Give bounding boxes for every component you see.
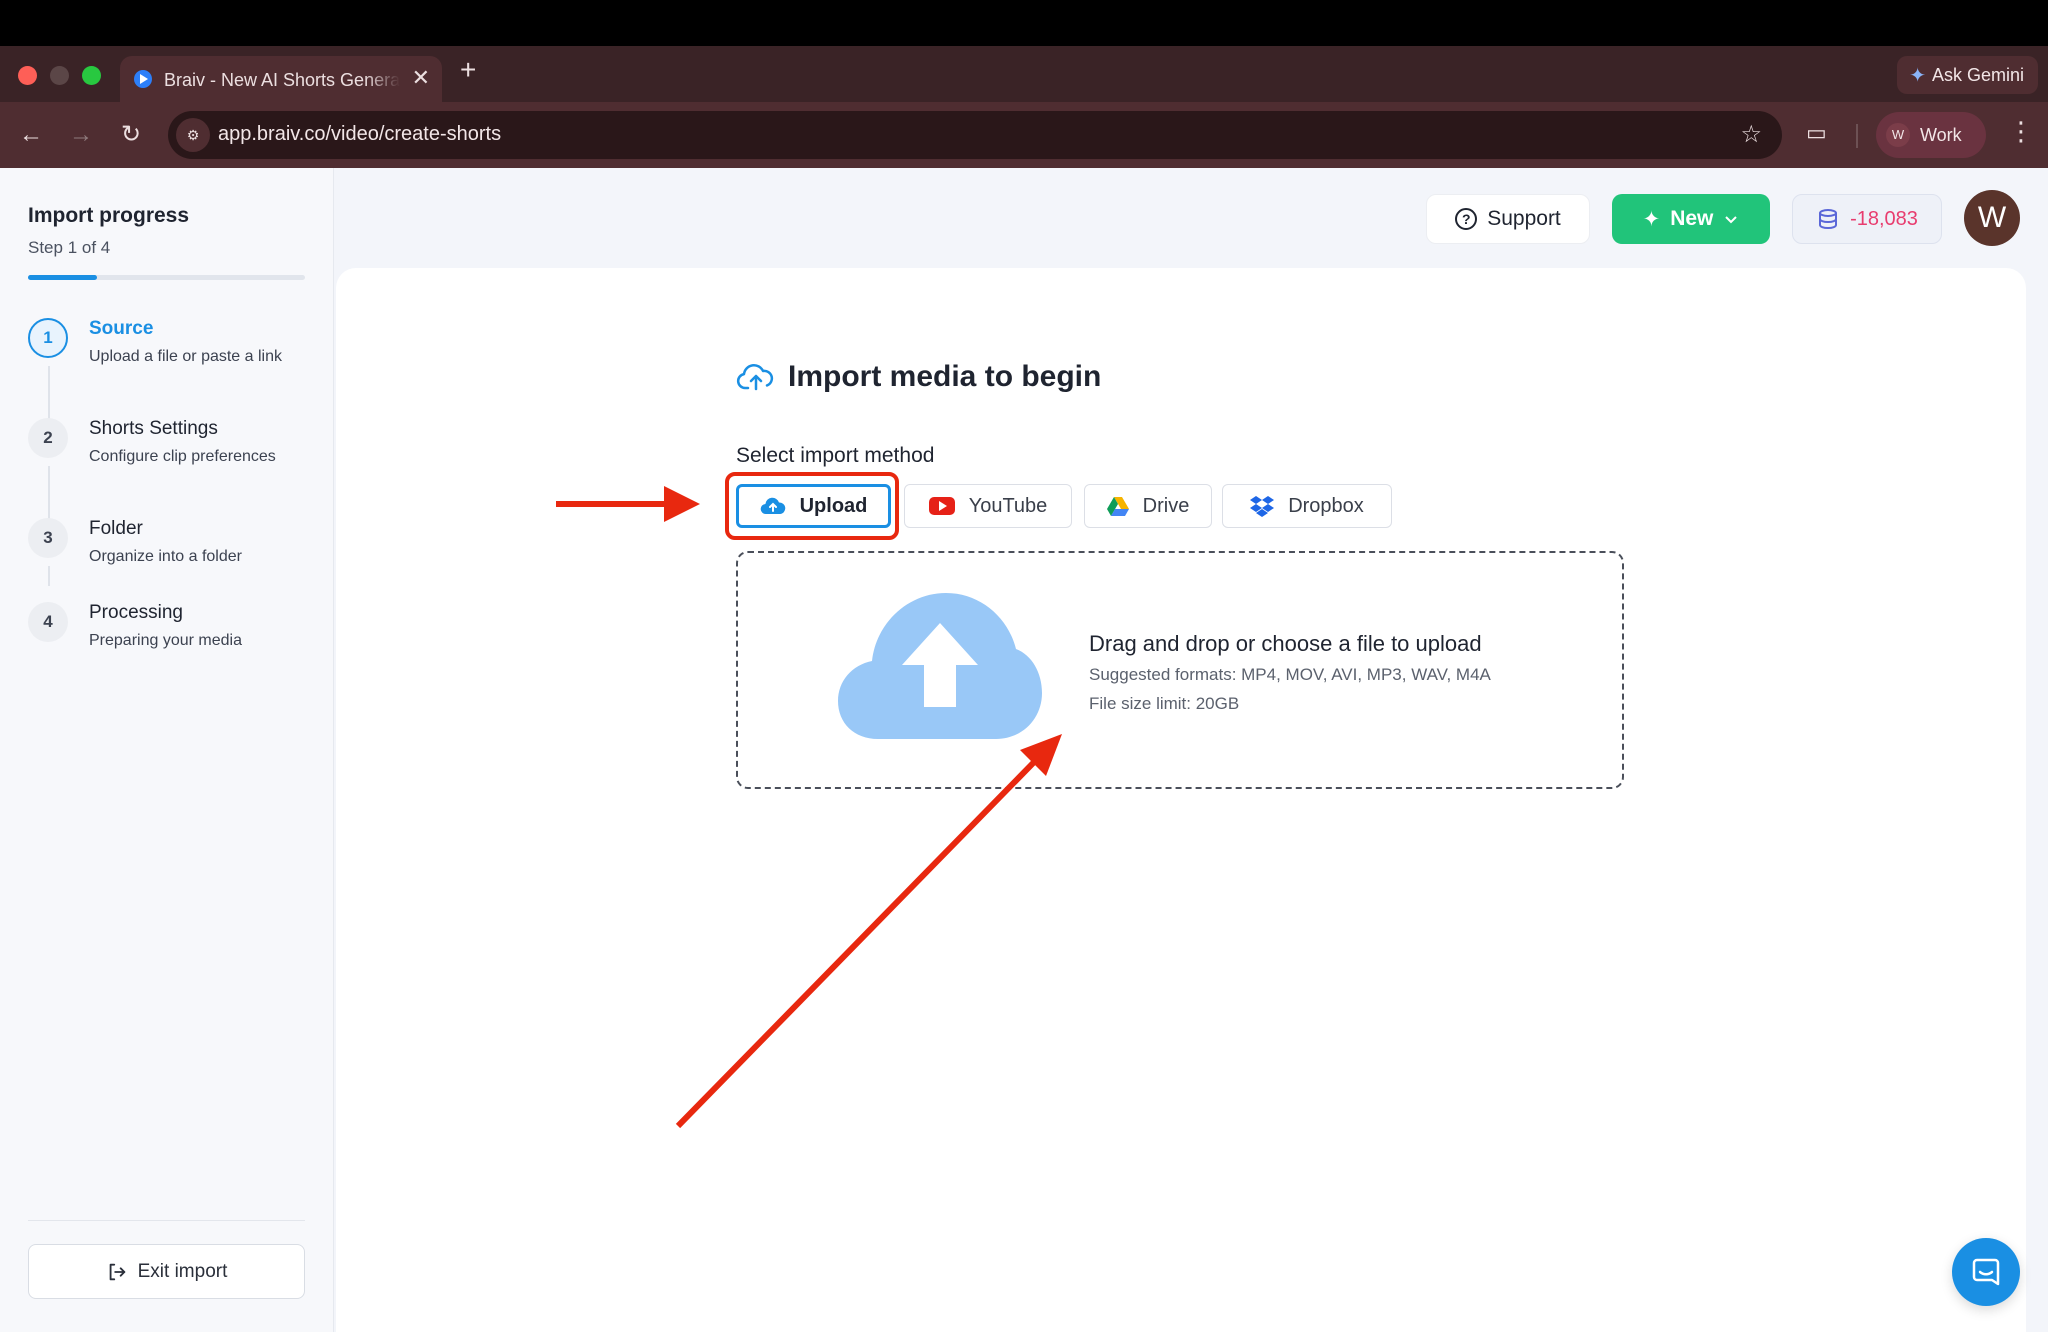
star-icon[interactable]: ☆ — [1740, 120, 1762, 149]
screen-top-bar — [0, 0, 2048, 46]
tab-title: Braiv - New AI Shorts Generator — [164, 70, 400, 90]
annotation-arrows — [556, 486, 1062, 1129]
forward-arrow-icon[interactable]: → — [64, 118, 98, 152]
browser-tab-active[interactable]: Braiv - New AI Shorts Generator ✕ — [120, 56, 442, 102]
new-tab-button[interactable]: + — [460, 56, 476, 84]
profile-avatar: W — [1886, 123, 1910, 147]
address-bar[interactable]: ⚙ app.braiv.co/video/create-shorts ☆ — [168, 111, 1782, 159]
tab-search-icon[interactable]: ▭ — [1806, 120, 1827, 146]
arrow-to-dropzone-annotation — [675, 734, 1062, 1129]
ask-gemini-label: Ask Gemini — [1931, 64, 2024, 85]
back-arrow-icon[interactable]: ← — [14, 118, 48, 152]
toolbar-divider — [1856, 124, 1858, 148]
close-window-button[interactable] — [18, 66, 37, 85]
app-page: Import progress Step 1 of 4 1 Source Upl… — [0, 168, 2048, 1332]
arrow-to-upload-annotation — [556, 486, 700, 522]
site-info-icon[interactable]: ⚙ — [176, 118, 210, 152]
ask-gemini-button[interactable]: ✦ Ask Gemini — [1897, 56, 2038, 94]
minimize-window-button[interactable] — [50, 66, 69, 85]
maximize-window-button[interactable] — [82, 66, 101, 85]
browser-menu-icon[interactable]: ⋮ — [2008, 116, 2034, 147]
braiv-favicon-icon — [134, 70, 152, 88]
profile-name: Work — [1920, 124, 1962, 145]
gemini-sparkle-icon: ✦ — [1909, 64, 1926, 87]
browser-toolbar: ← → ↻ ⚙ app.braiv.co/video/create-shorts… — [0, 102, 2048, 168]
profile-button[interactable]: W Work — [1876, 112, 1986, 158]
url-text[interactable]: app.braiv.co/video/create-shorts — [218, 123, 501, 146]
tab-close-icon[interactable]: ✕ — [412, 66, 430, 90]
browser-tab-bar: Braiv - New AI Shorts Generator ✕ + ✦ As… — [0, 46, 2048, 102]
reload-icon[interactable]: ↻ — [114, 118, 148, 152]
